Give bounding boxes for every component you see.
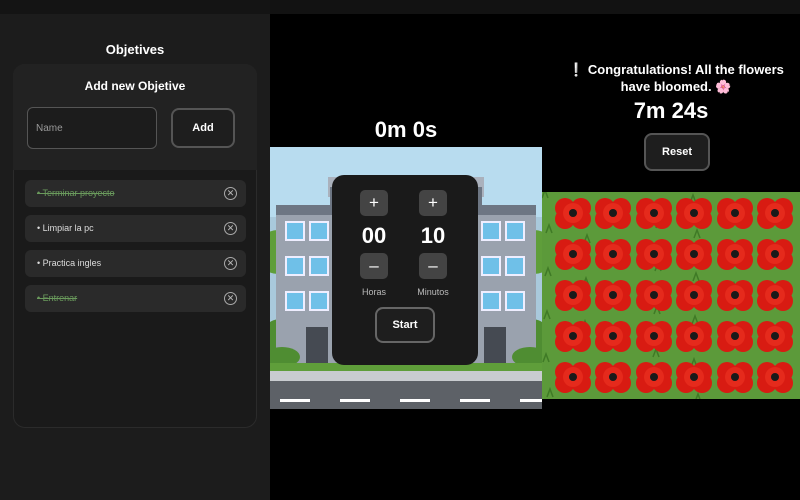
poppy-flower-icon [554, 237, 592, 271]
poppy-flower-icon [716, 237, 754, 271]
objectives-title: Objetives [105, 42, 165, 57]
minutes-increment-button[interactable]: + [419, 190, 447, 216]
poppy-flower-icon [756, 237, 794, 271]
poppy-flower-icon [675, 319, 713, 353]
poppy-flower-icon [635, 360, 673, 394]
top-bar [270, 0, 542, 14]
poppy-flower-icon [716, 360, 754, 394]
top-bar [0, 0, 270, 14]
poppy-flower-icon [716, 278, 754, 312]
objective-item: • Limpiar la pc ✕ [25, 215, 246, 242]
poppy-flower-icon [716, 319, 754, 353]
timer-panel: 0m 0s + + 00 10 – – Horas Minutos Start [270, 0, 542, 500]
poppy-flower-icon [756, 360, 794, 394]
poppy-flower-icon [675, 278, 713, 312]
remove-objective-icon[interactable]: ✕ [224, 187, 237, 200]
poppy-flower-icon [594, 360, 632, 394]
timer-display: 0m 0s [374, 117, 438, 142]
objective-item: • Entrenar ✕ [25, 285, 246, 312]
poppy-flower-icon [635, 319, 673, 353]
poppy-flower-icon [554, 360, 592, 394]
objective-text: • Terminar proyecto [37, 188, 115, 198]
poppy-flower-icon [635, 237, 673, 271]
remove-objective-icon[interactable]: ✕ [224, 292, 237, 305]
poppy-flower-icon [756, 278, 794, 312]
add-objective-button[interactable]: Add [171, 108, 235, 148]
remove-objective-icon[interactable]: ✕ [224, 257, 237, 270]
objective-text: • Limpiar la pc [37, 223, 94, 233]
hours-decrement-button[interactable]: – [360, 253, 388, 279]
poppy-flower-icon [756, 319, 794, 353]
poppy-flower-icon [554, 319, 592, 353]
poppy-flower-icon [675, 237, 713, 271]
poppy-flower-icon [756, 196, 794, 230]
poppy-flower-icon [594, 237, 632, 271]
time-picker: + + 00 10 – – Horas Minutos Start [332, 175, 478, 365]
poppy-flower-icon [716, 196, 754, 230]
garden-panel: ❕ Congratulations! All the flowers have … [542, 0, 800, 500]
objective-name-input[interactable] [27, 107, 157, 149]
poppy-flower-icon [594, 278, 632, 312]
reset-button[interactable]: Reset [644, 133, 710, 171]
objective-item: • Practica ingles ✕ [25, 250, 246, 277]
objective-text: • Practica ingles [37, 258, 102, 268]
poppy-flower-icon [554, 278, 592, 312]
poppy-flower-icon [675, 360, 713, 394]
objectives-panel: Objetives Add new Objetive Add • Termina… [0, 0, 270, 500]
poppy-flower-icon [594, 319, 632, 353]
hours-value: 00 [361, 223, 387, 248]
objective-text: • Entrenar [37, 293, 78, 303]
congratulations-message: ❕ Congratulations! All the flowers have … [568, 62, 784, 94]
top-bar [542, 0, 800, 14]
poppy-flower-icon [594, 196, 632, 230]
flower-garden [542, 192, 800, 399]
poppy-flower-icon [635, 278, 673, 312]
hours-increment-button[interactable]: + [360, 190, 388, 216]
objective-item: • Terminar proyecto ✕ [25, 180, 246, 207]
poppy-flower-icon [635, 196, 673, 230]
add-objective-form: Add new Objetive Add [13, 64, 257, 170]
minutes-decrement-button[interactable]: – [419, 253, 447, 279]
remove-objective-icon[interactable]: ✕ [224, 222, 237, 235]
elapsed-time: 7m 24s [633, 98, 709, 123]
add-objective-title: Add new Objetive [84, 79, 186, 93]
poppy-flower-icon [554, 196, 592, 230]
poppy-flower-icon [675, 196, 713, 230]
start-button[interactable]: Start [375, 307, 435, 343]
minutes-value: 10 [420, 223, 446, 248]
minutes-label: Minutos [417, 287, 449, 297]
